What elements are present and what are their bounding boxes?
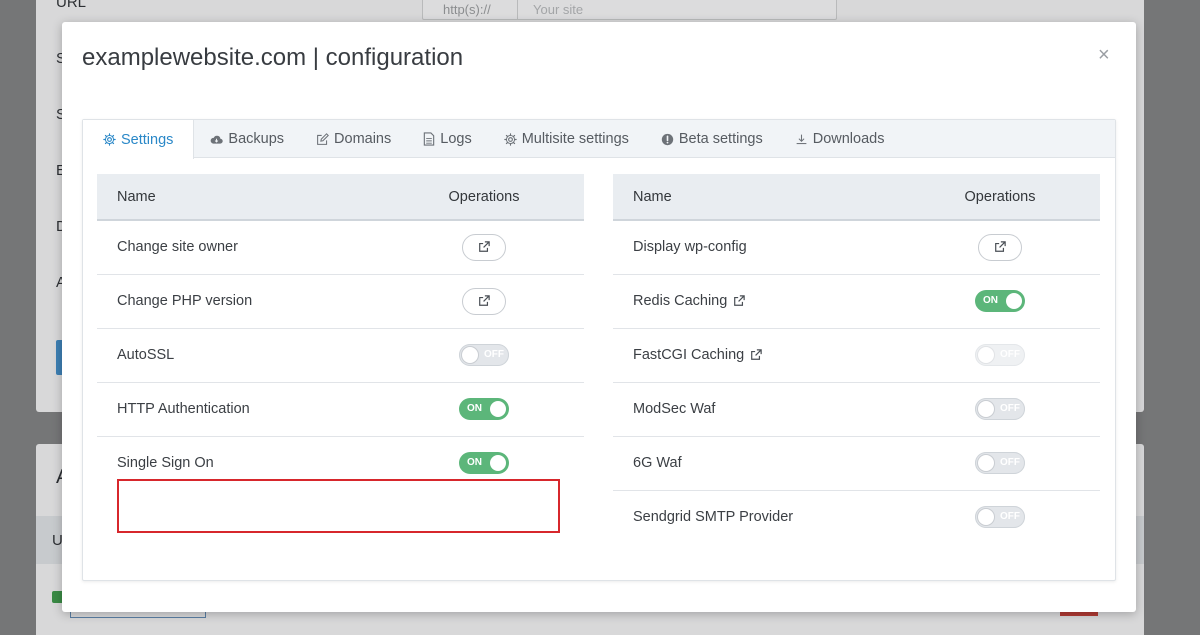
table-row: Single Sign On ON: [97, 436, 584, 490]
table-row: 6G Waf OFF: [613, 436, 1100, 491]
modal-title: examplewebsite.com | configuration: [82, 44, 464, 71]
column-header-operations: Operations: [448, 188, 520, 205]
sendgrid-smtp-provider-toggle[interactable]: OFF: [975, 506, 1025, 529]
table-row: FastCGI Caching OFF: [613, 328, 1100, 383]
table-row: Sendgrid SMTP Provider OFF: [613, 490, 1100, 544]
settings-table-right: Name Operations Display wp-config Redis …: [613, 174, 1100, 544]
tab-label: Backups: [228, 131, 285, 147]
alert-circle-icon: [661, 133, 674, 146]
column-header-name: Name: [117, 188, 156, 205]
background-url-prefix: http(s)://: [423, 0, 518, 19]
cloud-icon: [210, 134, 224, 145]
tab-beta-settings[interactable]: Beta settings: [645, 120, 779, 158]
tab-domains[interactable]: Domains: [300, 120, 407, 158]
display-wp-config-button[interactable]: [978, 233, 1022, 261]
tab-bar: Settings Backups Domains Logs Multisite …: [83, 120, 1115, 159]
setting-name: Change PHP version: [97, 274, 384, 329]
change-php-version-button[interactable]: [462, 287, 506, 315]
change-site-owner-button[interactable]: [462, 233, 506, 261]
setting-name: FastCGI Caching: [633, 347, 745, 363]
table-row: HTTP Authentication ON: [97, 382, 584, 437]
tab-backups[interactable]: Backups: [194, 120, 300, 158]
toggle-label: ON: [983, 295, 998, 306]
table-row: Change PHP version: [97, 274, 584, 329]
settings-table-left: Name Operations Change site owner Change…: [97, 174, 584, 490]
tab-label: Multisite settings: [521, 131, 629, 147]
toggle-label: OFF: [1000, 403, 1020, 414]
configuration-modal: examplewebsite.com | configuration × Set…: [62, 22, 1136, 612]
setting-name: Change site owner: [97, 220, 384, 275]
edit-icon: [316, 132, 329, 146]
toggle-knob: [978, 347, 994, 363]
tab-settings[interactable]: Settings: [83, 120, 195, 159]
toggle-knob: [1006, 293, 1022, 309]
toggle-knob: [978, 509, 994, 526]
external-link-icon: [479, 241, 490, 253]
toggle-knob: [978, 401, 994, 417]
table-row: ModSec Waf OFF: [613, 382, 1100, 437]
tab-label: Downloads: [812, 131, 885, 147]
setting-cell: Redis Caching: [613, 274, 900, 329]
external-link-icon[interactable]: [750, 349, 762, 361]
tab-label: Beta settings: [678, 131, 763, 147]
column-header-name: Name: [633, 188, 672, 205]
fastcgi-caching-toggle[interactable]: OFF: [975, 344, 1025, 366]
setting-name: AutoSSL: [97, 328, 384, 383]
modsec-waf-toggle[interactable]: OFF: [975, 398, 1025, 420]
redis-caching-toggle[interactable]: ON: [975, 290, 1025, 312]
tab-multisite-settings[interactable]: Multisite settings: [488, 120, 645, 158]
setting-name: Sendgrid SMTP Provider: [633, 509, 794, 526]
table-row: Display wp-config: [613, 220, 1100, 275]
http-authentication-toggle[interactable]: ON: [459, 398, 509, 420]
toggle-knob: [462, 347, 478, 363]
tab-label: Domains: [334, 131, 392, 147]
background-url-input: http(s):// Your site: [422, 0, 837, 20]
tab-label: Logs: [440, 131, 472, 147]
background-url-placeholder: Your site: [533, 2, 584, 17]
table-row: Redis Caching ON: [613, 274, 1100, 329]
toggle-label: OFF: [1000, 511, 1020, 523]
download-icon: [795, 133, 808, 146]
setting-name: ModSec Waf: [613, 382, 900, 437]
toggle-knob: [490, 401, 506, 417]
tab-logs[interactable]: Logs: [407, 120, 487, 158]
toggle-label: OFF: [484, 349, 504, 360]
file-icon: [423, 132, 435, 146]
table-header-row: Name Operations: [613, 174, 1100, 220]
table-row: Change site owner: [97, 220, 584, 275]
setting-cell: FastCGI Caching: [613, 328, 900, 383]
setting-name: 6G Waf: [613, 436, 900, 491]
external-link-icon: [479, 295, 490, 306]
table-header-row: Name Operations: [97, 174, 584, 220]
gear-icon: [103, 133, 116, 146]
gear-icon: [503, 132, 517, 146]
toggle-knob: [490, 455, 506, 472]
external-link-icon: [995, 241, 1006, 253]
configuration-panel: Settings Backups Domains Logs Multisite …: [82, 119, 1116, 581]
toggle-label: OFF: [1000, 349, 1020, 360]
setting-name: HTTP Authentication: [97, 382, 384, 437]
column-header-operations: Operations: [964, 188, 1036, 205]
tab-label: Settings: [121, 131, 174, 148]
setting-name: Single Sign On: [117, 455, 214, 472]
toggle-label: ON: [467, 403, 482, 414]
single-sign-on-toggle[interactable]: ON: [459, 452, 509, 475]
background-url-label: URL: [56, 0, 87, 11]
setting-name: Display wp-config: [613, 220, 900, 275]
setting-name: Redis Caching: [633, 293, 728, 309]
table-row: AutoSSL OFF: [97, 328, 584, 383]
autossl-toggle[interactable]: OFF: [459, 344, 509, 366]
toggle-label: OFF: [1000, 457, 1020, 468]
tab-downloads[interactable]: Downloads: [779, 120, 901, 158]
6g-waf-toggle[interactable]: OFF: [975, 452, 1025, 474]
toggle-label: ON: [467, 457, 482, 469]
toggle-knob: [978, 455, 994, 471]
close-icon[interactable]: ×: [1098, 44, 1110, 67]
external-link-icon[interactable]: [733, 295, 746, 307]
